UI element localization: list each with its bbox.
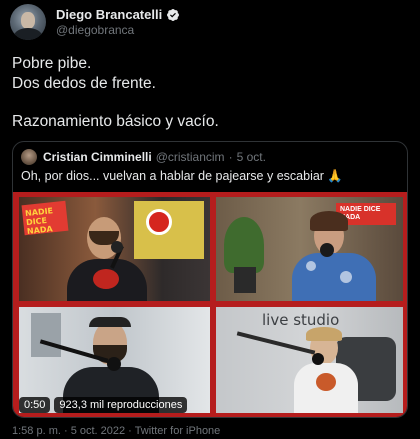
quoted-handle[interactable]: @cristiancim — [156, 150, 225, 164]
author-avatar[interactable] — [10, 4, 46, 40]
show-sign-left-text: NADIE DICE NADA — [24, 206, 54, 237]
video-views: 923,3 mil reproducciones — [54, 397, 188, 413]
person-hair — [310, 211, 348, 231]
author-handle[interactable]: @diegobranca — [56, 23, 180, 37]
avatar-face — [21, 12, 35, 29]
quoted-tweet[interactable]: Cristian Cimminelli @cristiancim · 5 oct… — [12, 141, 408, 418]
video-panel-top-left: NADIE DICE NADA — [19, 197, 210, 301]
author-display-name[interactable]: Diego Brancatelli — [56, 7, 162, 22]
microphone — [107, 357, 121, 371]
shirt-pattern — [306, 261, 316, 271]
person-hair — [306, 327, 342, 341]
microphone — [312, 353, 324, 365]
quoted-text: Oh, por dios... vuelvan a hablar de paje… — [21, 169, 343, 183]
quoted-separator: · — [228, 150, 233, 164]
person-shirt — [292, 253, 376, 301]
avatar-shirt — [14, 28, 42, 40]
tshirt-print — [93, 269, 119, 289]
quoted-display-name[interactable]: Cristian Cimminelli — [43, 150, 152, 164]
plant-pot — [234, 267, 256, 293]
quoted-date[interactable]: 5 oct. — [237, 150, 266, 164]
microphone — [320, 243, 334, 257]
tweet-line: Razonamiento básico y vacío. — [12, 113, 219, 130]
headphones — [89, 317, 131, 327]
tweet-text: Pobre pibe. Dos dedos de frente. Razonam… — [12, 54, 408, 132]
plant — [224, 217, 264, 273]
verified-badge-icon — [166, 8, 180, 22]
video-panel-bottom-right: live studio — [216, 307, 403, 413]
show-sign-right-text: NADIE DICE NADA — [340, 206, 381, 221]
author-name-row: Diego Brancatelli — [56, 7, 180, 22]
tweet-meta[interactable]: 1:58 p. m. · 5 oct. 2022 · Twitter for i… — [12, 425, 220, 437]
video-player[interactable]: NADIE DICE NADA NADIE DICE NADA live stu… — [13, 192, 407, 417]
microphone — [111, 241, 123, 253]
video-stats: 0:50 923,3 mil reproducciones — [19, 397, 188, 413]
video-duration: 0:50 — [19, 397, 51, 413]
quoted-header: Cristian Cimminelli @cristiancim · 5 oct… — [21, 149, 266, 165]
wall-object — [31, 313, 61, 357]
shirt-pattern — [340, 271, 352, 283]
shirt-print — [316, 373, 336, 391]
tweet-line-gap — [12, 93, 408, 112]
video-panel-top-right: NADIE DICE NADA — [216, 197, 403, 301]
tweet-header: Diego Brancatelli @diegobranca — [10, 4, 180, 40]
quoted-avatar[interactable] — [21, 149, 37, 165]
tweet-line: Dos dedos de frente. — [12, 74, 156, 92]
author-names: Diego Brancatelli @diegobranca — [56, 7, 180, 37]
wall-logo — [146, 209, 172, 235]
tweet-line: Pobre pibe. — [12, 55, 92, 72]
